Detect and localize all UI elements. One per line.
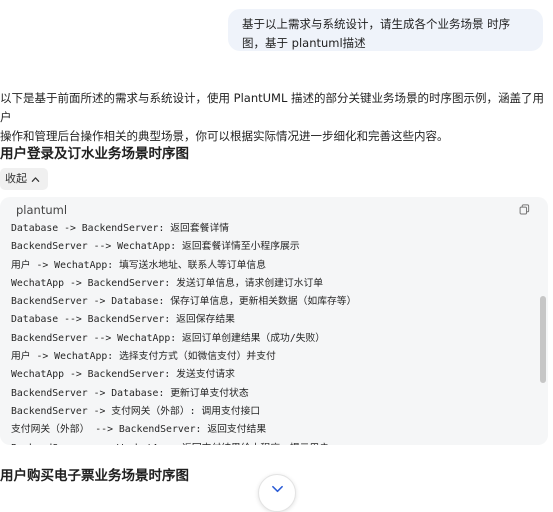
- code-line: BackendServer --> WechatApp: 返回支付结果给小程序，…: [11, 440, 532, 445]
- chevron-up-icon: [31, 176, 40, 182]
- section-title-login-order: 用户登录及订水业务场景时序图: [0, 146, 189, 162]
- collapse-button[interactable]: 收起: [0, 168, 48, 190]
- code-line: BackendServer -> Database: 更新订单支付状态: [11, 387, 249, 399]
- code-content: Database -> BackendServer: 返回套餐详情 Backend…: [11, 220, 532, 445]
- code-block: plantuml Database -> BackendServer: 返回套餐…: [0, 197, 548, 445]
- code-line: 用户 -> WechatApp: 填写送水地址、联系人等订单信息: [11, 259, 267, 271]
- copy-icon[interactable]: [519, 204, 530, 215]
- code-line: BackendServer --> WechatApp: 返回订单创建结果（成功…: [11, 332, 326, 344]
- user-message-text: 基于以上需求与系统设计，请生成各个业务场景 时序图，基于 plantuml描述: [242, 17, 511, 50]
- intro-text: 以下是基于前面所述的需求与系统设计，使用 PlantUML 描述的部分关键业务场…: [0, 91, 545, 143]
- code-line: Database --> BackendServer: 返回保存结果: [11, 314, 235, 326]
- code-line: BackendServer --> WechatApp: 返回套餐详情至小程序展…: [11, 241, 300, 253]
- code-line: 支付网关（外部） --> BackendServer: 返回支付结果: [11, 424, 267, 436]
- scroll-down-button[interactable]: [258, 474, 296, 512]
- code-language-label: plantuml: [16, 203, 68, 217]
- code-line: BackendServer -> Database: 保存订单信息，更新相关数据…: [11, 296, 357, 308]
- code-scrollbar[interactable]: [540, 222, 546, 437]
- code-line: Database -> BackendServer: 返回套餐详情: [11, 223, 230, 234]
- code-line: 用户 -> WechatApp: 选择支付方式（如微信支付）并支付: [11, 351, 276, 363]
- code-line: WechatApp -> BackendServer: 发送订单信息，请求创建订…: [11, 277, 324, 289]
- code-line: WechatApp -> BackendServer: 发送支付请求: [11, 369, 235, 381]
- collapse-label: 收起: [5, 172, 27, 185]
- scrollbar-thumb[interactable]: [540, 296, 546, 383]
- code-line: BackendServer -> 支付网关（外部）: 调用支付接口: [11, 405, 261, 417]
- section-title-ticket: 用户购买电子票业务场景时序图: [0, 468, 189, 484]
- user-message-bubble: 基于以上需求与系统设计，请生成各个业务场景 时序图，基于 plantuml描述: [228, 9, 543, 51]
